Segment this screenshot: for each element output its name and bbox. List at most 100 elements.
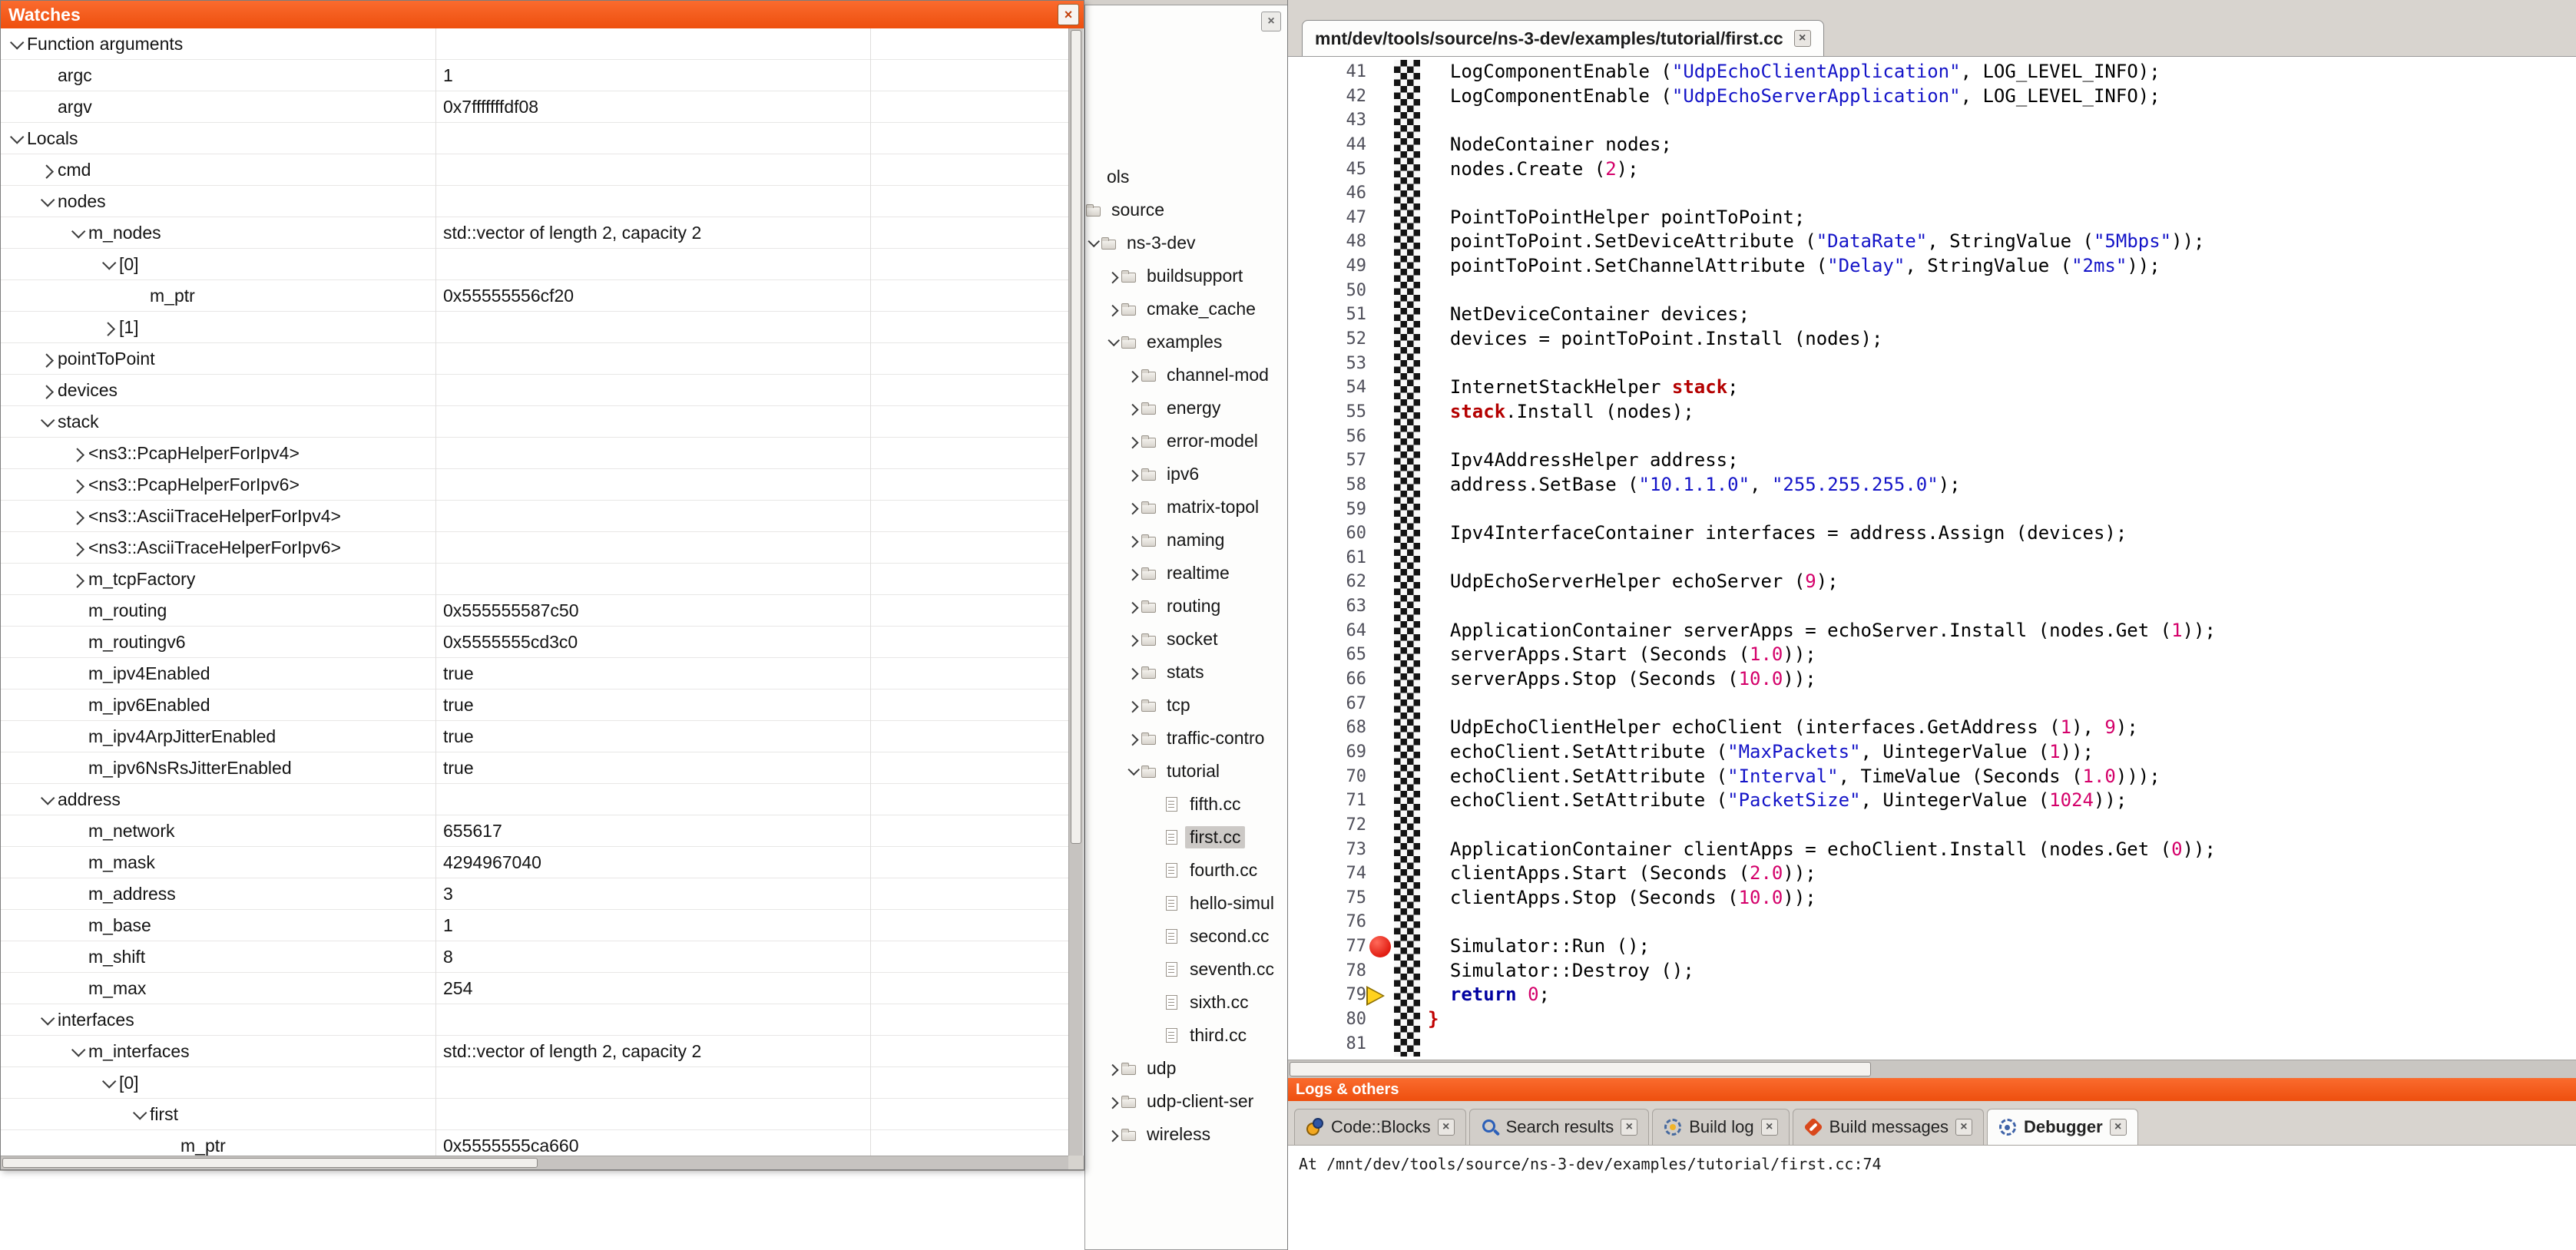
watch-row[interactable]: argc1 <box>1 60 1068 91</box>
collapse-icon[interactable] <box>1085 239 1101 247</box>
close-icon[interactable]: × <box>1438 1119 1455 1136</box>
breakpoint-icon[interactable] <box>1369 936 1391 957</box>
expand-icon[interactable] <box>1125 404 1141 412</box>
code-line[interactable]: 65 serverApps.Start (Seconds (1.0)); <box>1288 643 2576 667</box>
watch-row[interactable]: [0] <box>1 1067 1068 1099</box>
code-line[interactable]: 58 address.SetBase ("10.1.1.0", "255.255… <box>1288 473 2576 498</box>
watch-row[interactable]: m_max254 <box>1 973 1068 1004</box>
code-line[interactable]: 74 clientApps.Start (Seconds (2.0)); <box>1288 861 2576 886</box>
code-line[interactable]: 46 <box>1288 181 2576 206</box>
gutter-margin[interactable] <box>1369 108 1420 133</box>
tree-item[interactable]: first.cc <box>1085 821 1287 854</box>
logs-tab-search-results[interactable]: Search results× <box>1469 1109 1650 1145</box>
watch-row[interactable]: m_interfacesstd::vector of length 2, cap… <box>1 1036 1068 1067</box>
gutter-margin[interactable] <box>1369 643 1420 667</box>
tree-item[interactable]: traffic-contro <box>1085 722 1287 755</box>
logs-tab-code-blocks[interactable]: Code::Blocks× <box>1294 1109 1466 1145</box>
watch-row[interactable]: <ns3::AsciiTraceHelperForIpv4> <box>1 501 1068 532</box>
close-icon[interactable]: × <box>1058 4 1079 25</box>
gutter-margin[interactable] <box>1369 498 1420 522</box>
gutter-margin[interactable] <box>1369 1032 1420 1057</box>
tree-item[interactable]: fourth.cc <box>1085 854 1287 887</box>
gutter-margin[interactable] <box>1369 133 1420 157</box>
code-line[interactable]: 78 Simulator::Destroy (); <box>1288 959 2576 984</box>
code-line[interactable]: 56 <box>1288 425 2576 449</box>
gutter-margin[interactable] <box>1369 765 1420 789</box>
code-line[interactable]: 62 UdpEchoServerHelper echoServer (9); <box>1288 570 2576 594</box>
expand-icon[interactable] <box>67 480 88 490</box>
editor-horizontal-scrollbar[interactable] <box>1288 1060 2576 1078</box>
tree-item[interactable]: ns-3-dev <box>1085 227 1287 260</box>
code-line[interactable]: 45 nodes.Create (2); <box>1288 157 2576 182</box>
expand-icon[interactable] <box>1125 668 1141 676</box>
code-line[interactable]: 61 <box>1288 546 2576 570</box>
gutter-margin[interactable] <box>1369 861 1420 886</box>
gutter-margin[interactable] <box>1369 692 1420 716</box>
watch-row[interactable]: address <box>1 784 1068 815</box>
code-line[interactable]: 51 NetDeviceContainer devices; <box>1288 303 2576 327</box>
tree-item[interactable]: second.cc <box>1085 920 1287 953</box>
gutter-margin[interactable] <box>1369 181 1420 206</box>
tree-item[interactable]: source <box>1085 193 1287 227</box>
code-line[interactable]: 48 pointToPoint.SetDeviceAttribute ("Dat… <box>1288 230 2576 254</box>
code-line[interactable]: 80} <box>1288 1007 2576 1032</box>
watch-row[interactable]: <ns3::PcapHelperForIpv6> <box>1 469 1068 501</box>
watch-row[interactable]: m_ipv6NsRsJitterEnabledtrue <box>1 752 1068 784</box>
tree-item[interactable]: examples <box>1085 326 1287 359</box>
close-icon[interactable]: × <box>1261 12 1281 31</box>
code-line[interactable]: 63 <box>1288 594 2576 619</box>
expand-icon[interactable] <box>1125 371 1141 379</box>
code-line[interactable]: 41 LogComponentEnable ("UdpEchoClientApp… <box>1288 60 2576 84</box>
watch-row[interactable]: m_mask4294967040 <box>1 847 1068 878</box>
collapse-icon[interactable] <box>5 134 27 144</box>
gutter-margin[interactable] <box>1369 327 1420 352</box>
watch-row[interactable]: devices <box>1 375 1068 406</box>
tree-item[interactable]: udp <box>1085 1052 1287 1085</box>
expand-icon[interactable] <box>36 354 58 364</box>
code-line[interactable]: 77 Simulator::Run (); <box>1288 934 2576 959</box>
expand-icon[interactable] <box>67 574 88 584</box>
gutter-margin[interactable] <box>1369 594 1420 619</box>
gutter-margin[interactable] <box>1369 279 1420 303</box>
watch-row[interactable]: stack <box>1 406 1068 438</box>
gutter-margin[interactable] <box>1369 375 1420 400</box>
code-line[interactable]: 79 return 0; <box>1288 983 2576 1007</box>
gutter-margin[interactable] <box>1369 352 1420 376</box>
watch-row[interactable]: [1] <box>1 312 1068 343</box>
watch-row[interactable]: Locals <box>1 123 1068 154</box>
tree-item[interactable]: channel-mod <box>1085 359 1287 392</box>
watch-row[interactable]: m_ipv4Enabledtrue <box>1 658 1068 689</box>
gutter-margin[interactable] <box>1369 546 1420 570</box>
collapse-icon[interactable] <box>5 39 27 49</box>
gutter-margin[interactable] <box>1369 1007 1420 1032</box>
code-line[interactable]: 43 <box>1288 108 2576 133</box>
tree-item[interactable]: naming <box>1085 524 1287 557</box>
expand-icon[interactable] <box>36 165 58 175</box>
gutter-margin[interactable] <box>1369 716 1420 740</box>
scrollbar-thumb[interactable] <box>1290 1062 1871 1076</box>
collapse-icon[interactable] <box>1105 338 1121 346</box>
code-line[interactable]: 70 echoClient.SetAttribute ("Interval", … <box>1288 765 2576 789</box>
collapse-icon[interactable] <box>98 260 119 270</box>
tree-item[interactable]: cmake_cache <box>1085 293 1287 326</box>
gutter-margin[interactable] <box>1369 206 1420 230</box>
code-line[interactable]: 81 <box>1288 1032 2576 1057</box>
code-line[interactable]: 60 Ipv4InterfaceContainer interfaces = a… <box>1288 521 2576 546</box>
gutter-margin[interactable] <box>1369 84 1420 109</box>
gutter-margin[interactable] <box>1369 230 1420 254</box>
watch-row[interactable]: <ns3::PcapHelperForIpv4> <box>1 438 1068 469</box>
code-line[interactable]: 67 <box>1288 692 2576 716</box>
gutter-margin[interactable] <box>1369 425 1420 449</box>
expand-icon[interactable] <box>1125 470 1141 478</box>
watch-row[interactable]: cmd <box>1 154 1068 186</box>
gutter-margin[interactable] <box>1369 254 1420 279</box>
logs-tab-debugger[interactable]: Debugger× <box>1987 1109 2138 1145</box>
tree-item[interactable]: energy <box>1085 392 1287 425</box>
close-icon[interactable]: × <box>2110 1119 2127 1136</box>
expand-icon[interactable] <box>1125 602 1141 610</box>
watch-row[interactable]: m_nodesstd::vector of length 2, capacity… <box>1 217 1068 249</box>
collapse-icon[interactable] <box>128 1109 150 1119</box>
watch-row[interactable]: m_network655617 <box>1 815 1068 847</box>
gutter-margin[interactable] <box>1369 619 1420 643</box>
expand-icon[interactable] <box>1105 305 1121 313</box>
